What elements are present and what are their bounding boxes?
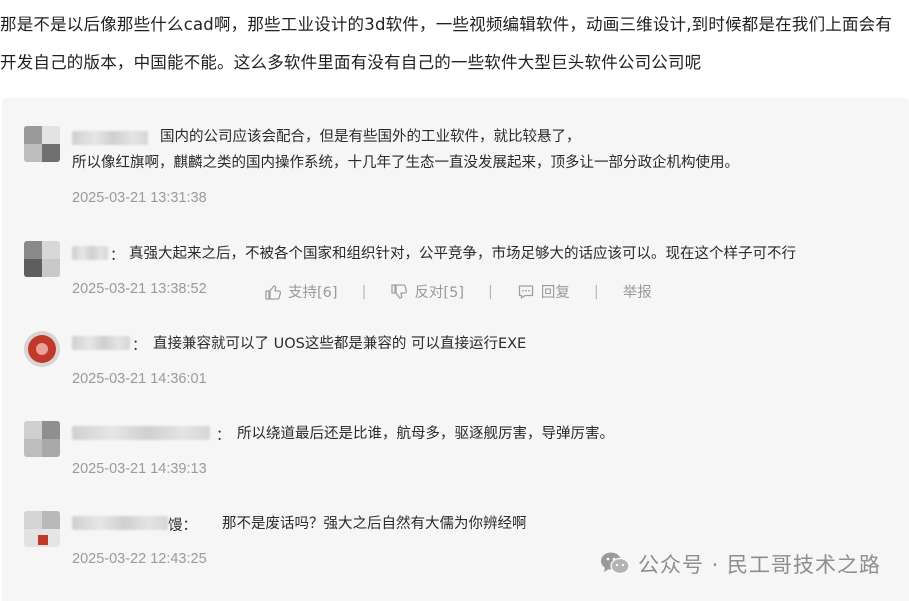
report-label: 举报: [622, 285, 652, 301]
dislike-button[interactable]: 反对[5]: [390, 281, 464, 302]
dislike-label: 反对[5]: [414, 285, 464, 301]
comment-bubble-icon: [518, 284, 534, 299]
comment-timestamp: 2025-03-21 14:39:13: [72, 461, 207, 477]
avatar[interactable]: [24, 126, 60, 162]
name-colon: ：: [132, 338, 147, 354]
username-blurred[interactable]: [72, 516, 168, 530]
comment-timestamp: 2025-03-21 13:38:52: [72, 281, 207, 297]
reply-label: 回复: [540, 285, 570, 301]
wechat-icon: [600, 552, 630, 575]
report-button[interactable]: 举报: [623, 281, 652, 302]
avatar[interactable]: [24, 331, 60, 367]
comment-list: 国内的公司应该会配合，但是有些国外的工业软件，就比较悬了， 所以像红旗啊，麒麟之…: [2, 98, 909, 601]
avatar[interactable]: [24, 511, 60, 547]
reply-button[interactable]: 回复: [517, 281, 570, 302]
comment-text: 所以绕道最后还是比谁，航母多，驱逐舰厉害，导弹厉害。: [237, 426, 614, 442]
thumbs-up-icon: [265, 284, 282, 300]
username-blurred[interactable]: [72, 336, 130, 350]
username-blurred[interactable]: [72, 131, 148, 145]
name-colon: ：: [216, 428, 231, 444]
watermark-text: 公众号 · 民工哥技术之路: [637, 553, 881, 577]
comment-timestamp: 2025-03-21 13:31:38: [72, 190, 207, 206]
name-colon: ：: [110, 248, 125, 264]
action-separator: |: [593, 283, 599, 300]
avatar[interactable]: [24, 241, 60, 277]
action-separator: |: [361, 283, 367, 300]
avatar[interactable]: [24, 421, 60, 457]
comment-timestamp: 2025-03-21 14:36:01: [72, 371, 207, 387]
comment-text-continued: 所以像红旗啊，麒麟之类的国内操作系统，十几年了生态一直没发展起来，顶多让一部分政…: [72, 155, 739, 171]
comment-text: 国内的公司应该会配合，但是有些国外的工业软件，就比较悬了，: [160, 129, 581, 145]
question-text: 那是不是以后像那些什么cad啊，那些工业设计的3d软件，一些视频编辑软件，动画三…: [0, 15, 893, 72]
comment-text: 直接兼容就可以了 UOS这些都是兼容的 可以直接运行EXE: [153, 336, 527, 352]
thumbs-down-icon: [391, 283, 408, 299]
comment-text: 那不是废话吗？强大之后自然有大儒为你辨经啊: [222, 516, 527, 532]
comment-timestamp: 2025-03-22 12:43:25: [72, 551, 207, 567]
comment-text: 真强大起来之后，不被各个国家和组织针对，公平竞争，市场足够大的话应该可以。现在这…: [129, 246, 796, 262]
name-partial: 馒：: [168, 518, 197, 534]
watermark: 公众号 · 民工哥技术之路: [600, 549, 881, 579]
username-blurred[interactable]: [72, 426, 210, 440]
like-label: 支持[6]: [288, 285, 338, 301]
comment-actions: 支持[6] | 反对[5] | 回复 | 举报: [264, 281, 652, 302]
like-button[interactable]: 支持[6]: [264, 281, 338, 302]
username-blurred[interactable]: [72, 246, 108, 260]
action-separator: |: [487, 283, 493, 300]
